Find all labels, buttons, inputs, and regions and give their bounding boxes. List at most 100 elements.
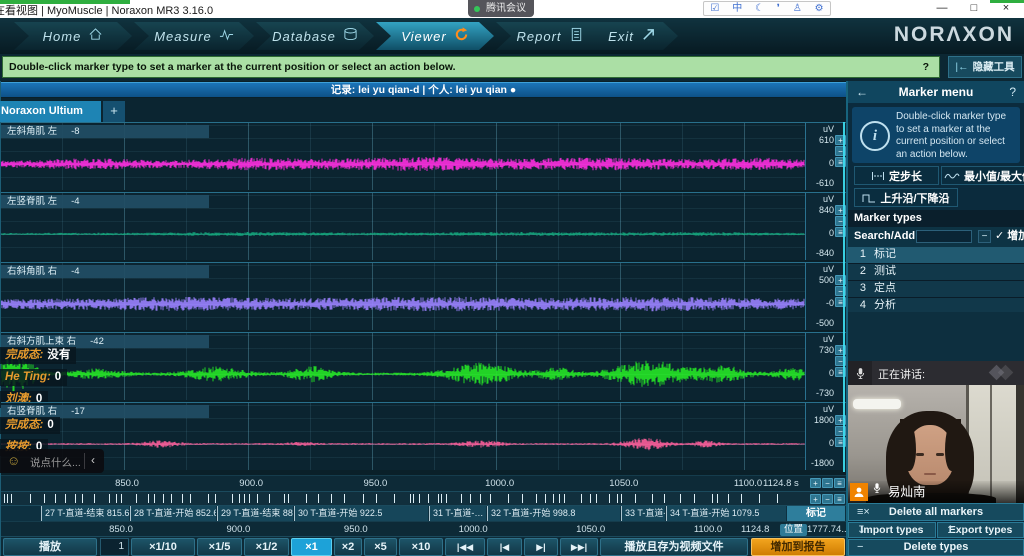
speed-button-6[interactable]: ×5 [364, 538, 397, 556]
menu-icon[interactable]: ≡ [834, 478, 845, 488]
gear-icon[interactable]: ⚙ [815, 2, 824, 15]
person-icon[interactable]: ♙ [793, 2, 802, 15]
skip-end-icon[interactable]: ▶▶| [560, 538, 598, 556]
webcam-video[interactable]: 易灿南 [848, 385, 1024, 503]
speed-button-1[interactable]: ×1/10 [131, 538, 195, 556]
speed-button-5[interactable]: ×2 [334, 538, 362, 556]
save-video-button[interactable]: 播放且存为视频文件 [600, 538, 748, 556]
edit-mode-icon[interactable]: ☑ [710, 2, 719, 15]
marker-type-row[interactable]: 1标记 [848, 247, 1024, 264]
marker-entry-text: 29 T-直道-结束 889.4 [221, 508, 293, 518]
marker-type-row[interactable]: 3定点 [848, 281, 1024, 298]
speed-button-7[interactable]: ×10 [399, 538, 443, 556]
zoom-out-icon[interactable]: − [822, 494, 833, 504]
marker-entry[interactable]: 30 T-直道-开始 922.5 [294, 506, 428, 522]
meeting-chat-overlay[interactable]: ☺ 说点什么... ‹ [0, 449, 104, 473]
tab-noraxon-ultium[interactable]: Noraxon Ultium [0, 101, 101, 122]
channel-name: 左竖脊肌 左 [7, 196, 57, 207]
zoom-in-icon[interactable]: + [810, 478, 821, 488]
speed-button-2[interactable]: ×1/5 [197, 538, 242, 556]
channel-offset: -8 [71, 126, 79, 137]
square-wave-icon [862, 193, 876, 203]
step-back-icon[interactable]: |◀ [487, 538, 522, 556]
person-mouth [924, 473, 936, 475]
marker-tick [410, 494, 411, 503]
back-arrow-icon[interactable]: ← [856, 81, 868, 103]
marker-entry[interactable]: 34 T-直道-开始 1079.5 [666, 506, 786, 522]
fixed-step-button[interactable]: 定步长 [854, 166, 939, 185]
marker-tick [664, 494, 665, 503]
hide-tools-button[interactable]: |←隐藏工具 [948, 56, 1022, 78]
maximize-icon[interactable]: □ [958, 0, 990, 18]
tab-database[interactable]: Database [256, 22, 374, 50]
play-button[interactable]: 播放 [3, 538, 97, 556]
help-icon[interactable]: ? [923, 57, 929, 77]
marker-tick [617, 494, 618, 503]
delete-all-markers-button[interactable]: ≡× Delete all markers [848, 503, 1024, 521]
emoji-icon[interactable]: ☺ [7, 453, 20, 468]
marker-list-track[interactable]: 27 T-直道-结束 815.628 T-直道-开始 852.6 29 T-直道-… [1, 505, 847, 522]
tab-viewer[interactable]: Viewer [376, 22, 494, 50]
marker-entry[interactable]: 33 T-直道-… [621, 506, 665, 522]
export-types-button[interactable]: ↥ Export types [937, 522, 1024, 538]
punctuation-icon[interactable]: ❜ [777, 2, 780, 15]
scale-min: -610 [816, 178, 834, 188]
export-types-label: Export types [949, 524, 1013, 536]
import-types-button[interactable]: ↧ Import types [848, 522, 936, 538]
tencent-meeting-button[interactable]: 腾讯会议 [468, 0, 534, 17]
time-tick-label: 950.0 [353, 478, 397, 489]
tab-home[interactable]: Home [14, 22, 132, 50]
tab-measure[interactable]: Measure [134, 22, 254, 50]
panel-filler [848, 312, 1024, 362]
delete-types-button[interactable]: − Delete types [848, 539, 1024, 556]
add-tab-button[interactable]: + [103, 101, 125, 122]
marker-entry[interactable]: 27 T-直道-结束 815.6 [41, 506, 129, 522]
min-max-button[interactable]: 最小值/最大值 [941, 166, 1024, 185]
marker-entry[interactable]: 28 T-直道-开始 852.6 [130, 506, 216, 522]
marker-type-list: 1标记2测试3定点4分析 [848, 247, 1024, 315]
scale-zero: -0 [826, 298, 834, 308]
add-type-button[interactable]: ✓增加 [995, 229, 1024, 244]
edge-button[interactable]: 上升沿/下降沿 [854, 188, 958, 207]
marker-tick [109, 494, 110, 503]
marker-track-label[interactable]: 标记 [787, 506, 845, 522]
marker-tick [171, 494, 172, 503]
scale-unit: uV [823, 264, 834, 274]
menu-icon[interactable]: ≡ [834, 494, 845, 504]
marker-entry[interactable]: 31 T-直道-… [429, 506, 486, 522]
remove-type-button[interactable]: − [978, 230, 991, 243]
playback-cursor[interactable] [843, 122, 845, 472]
marker-tick [413, 494, 414, 503]
marker-info-text: Double-click marker type to set a marker… [896, 111, 1016, 161]
chat-collapse-icon[interactable]: ‹ [91, 453, 95, 467]
marker-type-row[interactable]: 2测试 [848, 264, 1024, 281]
ime-toolbar[interactable]: ☑ 中 ☾ ❜ ♙ ⚙ [703, 1, 831, 16]
skip-start-icon[interactable]: |◀◀ [445, 538, 485, 556]
marker-tick-track[interactable]: +−≡ [1, 491, 847, 506]
lang-zh-icon[interactable]: 中 [732, 2, 742, 15]
minimize-icon[interactable]: — [926, 0, 958, 18]
panel-help-icon[interactable]: ? [1009, 81, 1016, 103]
moon-icon[interactable]: ☾ [755, 2, 764, 15]
time-ruler-bottom[interactable]: 850.0900.0950.01000.01050.01100.01124.8位… [1, 521, 847, 537]
channel-strip: uV500-0-500+−≡右斜角肌 右-4 [1, 262, 847, 330]
tab-report[interactable]: Report [496, 22, 604, 50]
marker-tick [428, 494, 429, 503]
add-to-report-button[interactable]: 增加到报告 [751, 538, 845, 556]
marker-tick [490, 494, 491, 503]
zoom-in-icon[interactable]: + [810, 494, 821, 504]
speed-button-3[interactable]: ×1/2 [244, 538, 289, 556]
marker-tick [121, 494, 122, 503]
channel-name: 右斜角肌 右 [7, 266, 57, 277]
close-icon[interactable]: × [990, 0, 1022, 18]
mic-icon [848, 361, 872, 385]
step-forward-icon[interactable]: ▶| [524, 538, 558, 556]
zoom-out-icon[interactable]: − [822, 478, 833, 488]
speed-button-4[interactable]: ×1 [291, 538, 332, 556]
marker-entry[interactable]: 32 T-直道-开始 998.8 [487, 506, 620, 522]
marker-entry[interactable]: 29 T-直道-结束 889.4 [217, 506, 293, 522]
time-ruler-top[interactable]: 850.0900.0950.01000.01050.01100.01124.8 … [1, 475, 847, 492]
search-add-input[interactable] [916, 230, 972, 243]
chat-placeholder[interactable]: 说点什么... [30, 455, 81, 470]
step-icon [871, 171, 885, 181]
